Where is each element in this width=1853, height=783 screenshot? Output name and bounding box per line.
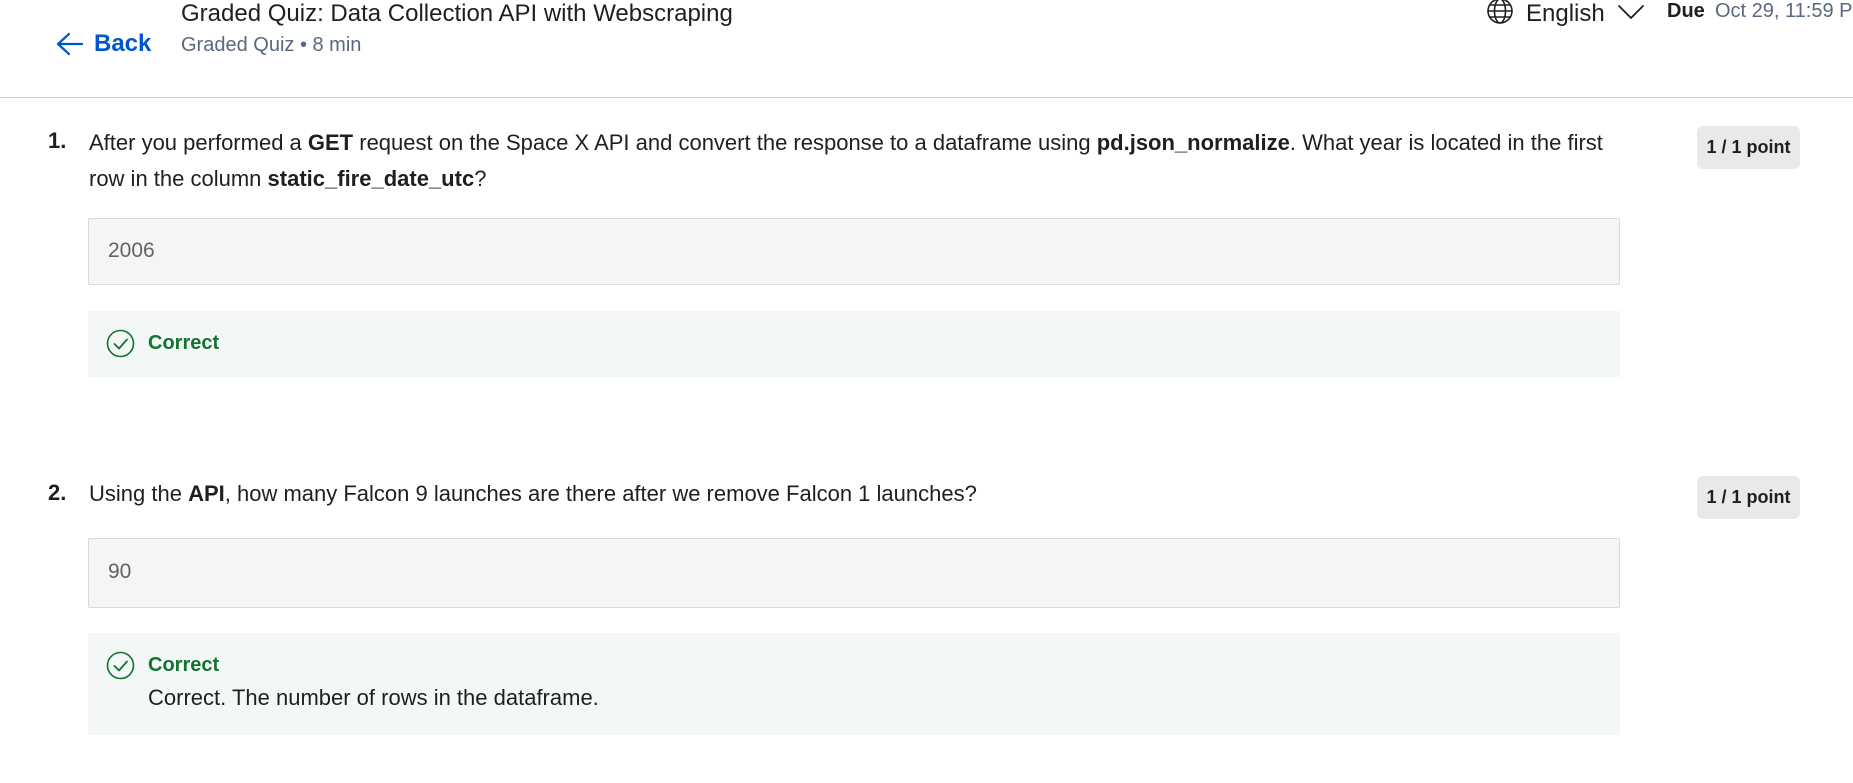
back-button[interactable]: Back [56,28,151,60]
answer-input[interactable]: 90 [88,538,1620,608]
page-title: Graded Quiz: Data Collection API with We… [181,0,733,27]
question-number: 1. [48,128,67,153]
check-circle-icon [106,329,135,358]
question-text: Using the API, how many Falcon 9 launche… [89,476,1629,512]
points-badge: 1 / 1 point [1697,126,1800,169]
question-text-part: After you performed a [89,130,308,155]
arrow-left-icon [56,32,84,56]
feedback-text: Correct. The number of rows in the dataf… [148,685,599,710]
question-text-part: Using the [89,481,189,506]
feedback-status: Correct [148,332,220,354]
language-label: English [1526,0,1605,27]
feedback-panel: Correct Correct. The number of rows in t… [88,633,1620,735]
question-text-part: request on the Space X API and convert t… [353,130,1097,155]
back-label: Back [94,30,152,57]
question-keyword: pd.json_normalize [1096,130,1290,155]
question-keyword: API [188,481,225,506]
question-text-part: , how many Falcon 9 launches are there a… [224,481,977,506]
question-number: 2. [48,480,67,505]
quiz-page: Back Graded Quiz: Data Collection API wi… [0,0,1853,783]
globe-icon [1486,0,1514,32]
feedback-status: Correct [148,654,220,676]
due-label: Due [1667,0,1705,22]
feedback-panel: Correct [88,311,1620,377]
check-circle-icon [106,651,135,680]
answer-value: 2006 [108,239,155,262]
question-text-part: ? [474,166,487,191]
page-header: Back Graded Quiz: Data Collection API wi… [0,0,1853,98]
points-badge: 1 / 1 point [1697,476,1800,519]
page-subtitle: Graded Quiz • 8 min [181,34,362,56]
question-keyword: GET [307,130,354,155]
question-text: After you performed a GET request on the… [89,125,1629,197]
answer-value: 90 [108,560,132,583]
answer-input[interactable]: 2006 [88,218,1620,285]
question-keyword: static_fire_date_utc [267,166,475,191]
chevron-down-icon [1617,0,1645,28]
due-date: Oct 29, 11:59 PM [1715,0,1853,22]
language-selector[interactable]: English [1486,0,1645,28]
